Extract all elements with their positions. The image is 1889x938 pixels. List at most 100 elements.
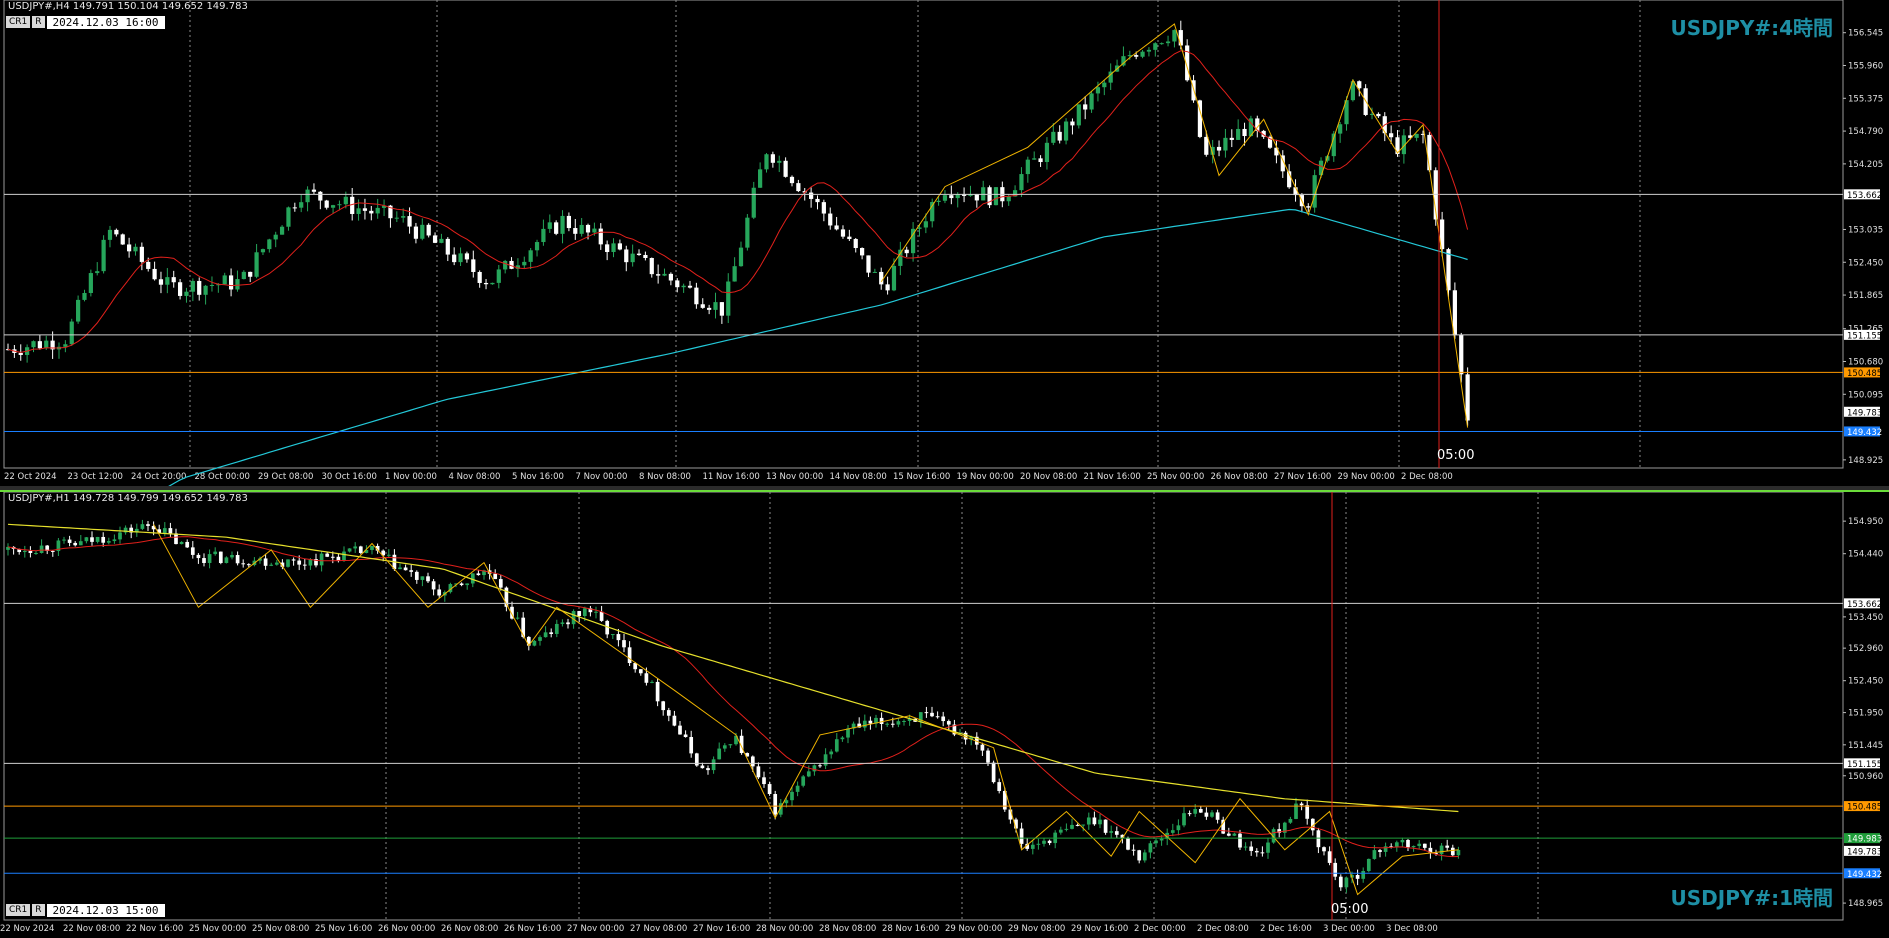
candle-body [88, 273, 93, 293]
candle-body [868, 720, 873, 724]
candle-body [318, 191, 323, 201]
price-level-text: 150.485 [1847, 369, 1882, 379]
candle-body [190, 547, 195, 555]
candle-body [1051, 131, 1056, 143]
candle-body [190, 280, 195, 292]
candle-body [1075, 824, 1080, 826]
h4-chart-canvas[interactable]: 22 Oct 2024 23 Oct 12:00 24 Oct 20:00 28 Oc… [0, 0, 1889, 486]
candle-body [672, 715, 677, 726]
candle-body [1176, 825, 1181, 831]
candle-body [1137, 850, 1142, 861]
candle-body [213, 551, 218, 555]
candle-body [1414, 133, 1419, 138]
candle-body [1355, 874, 1360, 879]
candle-body [1204, 136, 1209, 155]
candle-body [1159, 43, 1164, 45]
candle-body [158, 279, 164, 285]
candle-body [668, 273, 673, 281]
h1-tag-r[interactable]: R [32, 904, 45, 916]
candle-body [292, 207, 297, 209]
price-level-text: 149.783 [1847, 847, 1882, 857]
candle-body [297, 560, 302, 565]
candle-body [431, 581, 436, 590]
candle-body [885, 284, 890, 291]
candle-body [828, 213, 833, 226]
h1-chart-pane[interactable]: 22 Nov 2024 22 Nov 08:00 22 Nov 16:00 25 No… [0, 492, 1889, 938]
h4-tag-r[interactable]: R [32, 16, 45, 28]
candle-body [711, 759, 716, 771]
y-tick-label: 148.965 [1848, 899, 1883, 909]
candle-body [1081, 824, 1086, 826]
candle-body [1036, 843, 1041, 845]
y-tick-label: 155.375 [1848, 94, 1883, 104]
candle-body [1338, 124, 1343, 134]
candle-body [1389, 133, 1394, 138]
candle-body [534, 242, 540, 251]
candle-body [683, 734, 688, 738]
plot-frame [3, 0, 1844, 469]
candle-body [829, 751, 834, 755]
candle-body [1378, 850, 1382, 852]
candle-body [37, 341, 42, 349]
candle-body [184, 291, 189, 296]
candle-body [235, 555, 240, 564]
h4-tag-cr1[interactable]: CR1 [6, 16, 31, 28]
candle-body [1042, 840, 1046, 844]
candle-body [1058, 829, 1063, 833]
candle-body [666, 710, 671, 716]
candle-body [118, 532, 122, 540]
candle-body [84, 537, 89, 542]
candle-body [263, 558, 268, 566]
candle-body [1019, 174, 1024, 191]
candle-body [706, 768, 710, 771]
candle-body [22, 550, 27, 553]
x-tick-label: 29 Nov 08:00 [1008, 924, 1065, 934]
x-tick-label: 27 Nov 16:00 [1274, 472, 1331, 482]
candle-body [493, 573, 498, 580]
x-tick-label: 26 Nov 08:00 [1211, 472, 1268, 482]
candle-body [1092, 817, 1097, 825]
candle-body [1236, 128, 1241, 140]
x-tick-label: 22 Nov 16:00 [126, 924, 183, 934]
h1-watermark: USDJPY#:1時間 [1670, 886, 1834, 910]
candle-body [409, 570, 414, 572]
candle-body [286, 559, 290, 567]
candle-body [398, 567, 402, 570]
candle-body [274, 562, 279, 565]
candle-body [1047, 840, 1052, 844]
h1-chart-canvas[interactable]: 22 Nov 2024 22 Nov 08:00 22 Nov 16:00 25 No… [0, 492, 1889, 938]
candle-body [681, 285, 686, 288]
h4-chart-pane[interactable]: 22 Oct 2024 23 Oct 12:00 24 Oct 20:00 28 Oc… [0, 0, 1889, 486]
candle-body [627, 647, 632, 664]
candle-body [203, 285, 208, 295]
h1-tag-cr1[interactable]: CR1 [6, 904, 31, 916]
candle-body [375, 207, 380, 214]
x-tick-label: 26 Nov 16:00 [504, 924, 561, 934]
candle-body [1305, 805, 1310, 819]
candle-body [356, 208, 361, 214]
h4-time-label: 05:00 [1437, 448, 1475, 463]
candle-body [1327, 851, 1332, 863]
candle-body [1109, 831, 1114, 833]
candle-body [1153, 43, 1158, 50]
x-tick-label: 14 Nov 08:00 [830, 472, 887, 482]
candle-body [1422, 843, 1427, 848]
candle-body [1070, 121, 1075, 126]
candle-body [171, 277, 176, 283]
candle-body [694, 287, 699, 305]
candle-body [678, 725, 682, 735]
candle-body [228, 275, 234, 290]
candle-body [330, 556, 335, 558]
candle-body [222, 275, 227, 285]
candle-body [1086, 817, 1091, 825]
candle-body [177, 282, 183, 296]
candle-body [1254, 850, 1259, 853]
ma-fast-line [7, 536, 1459, 858]
candle-body [1063, 121, 1069, 141]
candle-body [762, 777, 766, 785]
candle-body [414, 571, 419, 580]
candle-body [477, 271, 482, 283]
x-tick-label: 27 Nov 16:00 [693, 924, 750, 934]
candle-body [1187, 813, 1192, 815]
candle-body [279, 226, 285, 235]
